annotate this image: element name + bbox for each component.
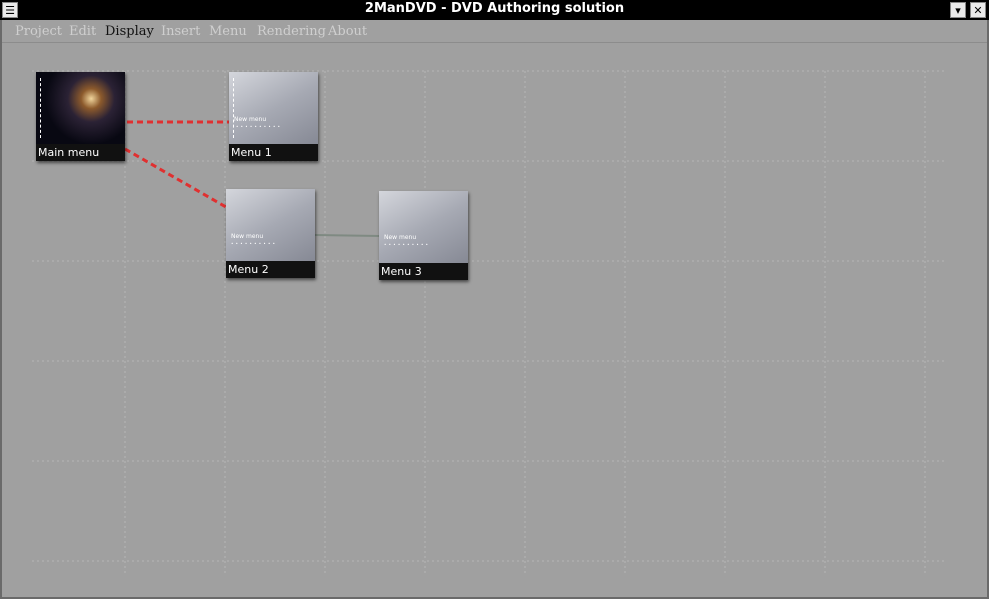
- menu-about[interactable]: About: [328, 24, 367, 39]
- node-menu-3[interactable]: New menu • • • • • • • • • • Menu 3: [379, 191, 468, 280]
- menu-bar: Project Edit Display Insert Menu Renderi…: [2, 20, 987, 43]
- menu-rendering[interactable]: Rendering: [257, 24, 326, 39]
- node-label: Menu 1: [229, 144, 318, 161]
- thumb-title: New menu: [234, 116, 267, 123]
- thumb-title: New menu: [384, 234, 417, 241]
- thumb-guide: [40, 78, 41, 138]
- node-main-menu[interactable]: Main menu: [36, 72, 125, 161]
- window-title: 2ManDVD - DVD Authoring solution: [364, 1, 625, 16]
- thumb-buttons: • • • • • • • • • •: [236, 124, 281, 129]
- node-label: Menu 2: [226, 261, 315, 278]
- menu-edit[interactable]: Edit: [69, 24, 96, 39]
- menu-display[interactable]: Display: [105, 24, 154, 39]
- canvas-grid: [32, 70, 947, 573]
- menu-insert[interactable]: Insert: [161, 24, 200, 39]
- close-icon[interactable]: ✕: [970, 2, 986, 18]
- thumb-buttons: • • • • • • • • • •: [231, 241, 276, 246]
- node-menu-1[interactable]: New menu • • • • • • • • • • Menu 1: [229, 72, 318, 161]
- link-menu2-to-menu3: [314, 234, 381, 237]
- thumb-buttons: • • • • • • • • • •: [384, 242, 429, 247]
- node-menu-2[interactable]: New menu • • • • • • • • • • Menu 2: [226, 189, 315, 278]
- menu-project[interactable]: Project: [15, 24, 62, 39]
- main-window: Project Edit Display Insert Menu Renderi…: [0, 20, 989, 599]
- title-bar: ☰ 2ManDVD - DVD Authoring solution ▾ ✕: [0, 0, 989, 20]
- minimize-icon[interactable]: ▾: [950, 2, 966, 18]
- link-main-to-menu2: [124, 147, 227, 209]
- node-label: Main menu: [36, 144, 125, 161]
- menu-graph-canvas[interactable]: Main menu New menu • • • • • • • • • • M…: [2, 43, 987, 597]
- node-label: Menu 3: [379, 263, 468, 280]
- menu-menu[interactable]: Menu: [209, 24, 247, 39]
- thumb-guide: [233, 78, 234, 138]
- thumb-title: New menu: [231, 233, 264, 240]
